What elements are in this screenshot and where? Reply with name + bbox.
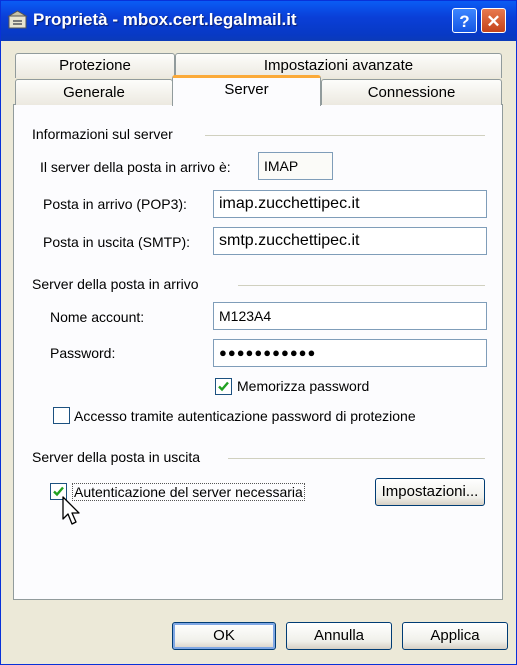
window-title: Proprietà - mbox.cert.legalmail.it xyxy=(33,10,297,29)
outgoing-server-input[interactable]: smtp.zucchettipec.it xyxy=(213,227,487,255)
cancel-button[interactable]: Annulla xyxy=(286,622,392,650)
tab-label: Connessione xyxy=(367,84,456,101)
account-properties-icon xyxy=(7,10,28,29)
tab-label: Protezione xyxy=(59,57,131,74)
spa-checkbox[interactable] xyxy=(53,407,70,424)
outgoing-server-label: Posta in uscita (SMTP): xyxy=(43,234,191,250)
close-icon: ✕ xyxy=(486,12,501,31)
tab-label: Server xyxy=(224,81,269,98)
server-tab-panel: Informazioni sul server Il server della … xyxy=(13,104,503,600)
tab-label: Generale xyxy=(63,84,125,101)
incoming-server-label: Posta in arrivo (POP3): xyxy=(43,196,187,212)
tab-protezione[interactable]: Protezione xyxy=(15,53,175,78)
spa-label[interactable]: Accesso tramite autenticazione password … xyxy=(74,408,416,424)
close-button[interactable]: ✕ xyxy=(481,8,506,33)
tab-connessione[interactable]: Connessione xyxy=(321,79,502,105)
remember-password-checkbox[interactable] xyxy=(215,378,232,395)
incoming-type-label: Il server della posta in arrivo è: xyxy=(40,159,231,175)
account-name-input[interactable]: M123A4 xyxy=(213,302,487,330)
account-name-label: Nome account: xyxy=(50,309,145,325)
section-divider xyxy=(238,285,485,286)
section-divider xyxy=(205,135,485,136)
mouse-cursor-icon xyxy=(62,496,80,525)
password-input[interactable]: ●●●●●●●●●●● xyxy=(213,339,487,367)
remember-password-label[interactable]: Memorizza password xyxy=(237,378,369,394)
smtp-auth-label[interactable]: Autenticazione del server necessaria xyxy=(72,483,305,501)
tab-server[interactable]: Server xyxy=(172,75,321,106)
section-divider xyxy=(228,458,485,459)
title-bar[interactable]: Proprietà - mbox.cert.legalmail.it ? ✕ xyxy=(1,1,516,41)
incoming-server-input[interactable]: imap.zucchettipec.it xyxy=(213,190,487,218)
server-info-title: Informazioni sul server xyxy=(32,126,173,142)
tab-label: Impostazioni avanzate xyxy=(263,57,414,74)
checkmark-icon xyxy=(218,381,229,392)
apply-button[interactable]: Applica xyxy=(402,622,508,650)
settings-button[interactable]: Impostazioni... xyxy=(375,478,485,506)
outgoing-server-title: Server della posta in uscita xyxy=(32,449,201,465)
ok-button[interactable]: OK xyxy=(172,622,276,650)
help-button[interactable]: ? xyxy=(452,8,477,33)
tab-generale[interactable]: Generale xyxy=(15,79,173,105)
password-label: Password: xyxy=(50,345,116,361)
properties-dialog: Proprietà - mbox.cert.legalmail.it ? ✕ P… xyxy=(0,0,517,665)
incoming-server-title: Server della posta in arrivo xyxy=(32,276,199,292)
incoming-type-field: IMAP xyxy=(258,152,333,180)
